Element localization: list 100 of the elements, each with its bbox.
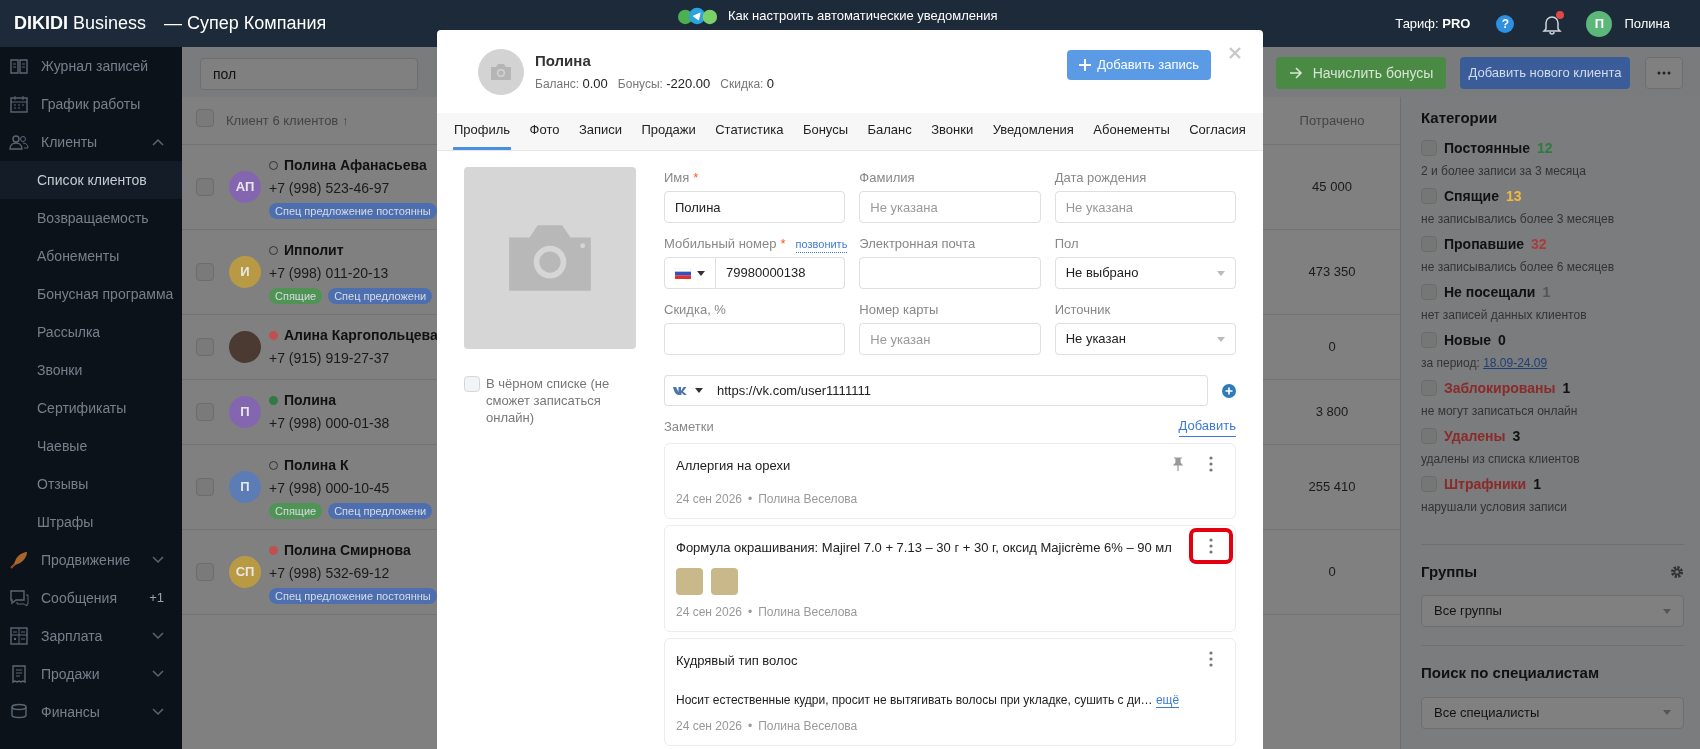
submenu-item[interactable]: Звонки xyxy=(0,351,182,389)
sidebar-item[interactable]: Финансы xyxy=(0,693,182,731)
photo-upload-area[interactable] xyxy=(464,167,636,349)
category-count: 3 xyxy=(1512,426,1521,446)
column-header[interactable]: Потрачено xyxy=(1264,111,1400,131)
submenu-item[interactable]: Абонементы xyxy=(0,237,182,275)
note-title: Кудрявый тип волос xyxy=(676,651,798,670)
profile-tab[interactable]: Бонусы xyxy=(801,113,850,150)
required-mark: * xyxy=(780,234,786,253)
select-field[interactable]: Не выбрано xyxy=(1054,257,1236,289)
search-field[interactable]: пол xyxy=(200,58,418,90)
category-count: 13 xyxy=(1505,186,1522,206)
client-tag: Спящие xyxy=(269,288,323,304)
category-name[interactable]: Новые xyxy=(1444,329,1491,351)
submenu-item[interactable]: Бонусная программа xyxy=(0,275,182,313)
user-name[interactable]: Полина xyxy=(1624,13,1670,34)
section-icon xyxy=(9,550,29,570)
sidebar-item[interactable]: График работы xyxy=(0,85,182,123)
client-tag: Спящие xyxy=(269,503,323,519)
submenu-item[interactable]: Возвращаемость xyxy=(0,199,182,237)
more-link[interactable]: ещё xyxy=(1155,692,1180,708)
input-field[interactable]: Полина xyxy=(664,191,846,223)
period-link[interactable]: 18.09-24.09 xyxy=(1483,355,1548,370)
input-field[interactable] xyxy=(859,257,1041,289)
select-field[interactable]: Не указан xyxy=(1054,323,1236,355)
input-field[interactable] xyxy=(664,323,846,355)
category-name[interactable]: Спящие xyxy=(1444,185,1499,207)
section-icon xyxy=(9,626,29,646)
profile-tab[interactable]: Согласия xyxy=(1188,113,1247,150)
sidebar-item[interactable]: Клиенты xyxy=(0,123,182,161)
submenu-item[interactable]: Штрафы xyxy=(0,503,182,541)
client-name[interactable]: Полина Афанасьева xyxy=(284,155,427,176)
category-count: 1 xyxy=(1562,378,1571,398)
tariff-label: Тариф: PRO xyxy=(1395,14,1471,33)
accrue-bonus-button[interactable]: Начислить бонусы xyxy=(1276,57,1446,89)
profile-tab[interactable]: Продажи xyxy=(640,113,697,150)
specialist-select[interactable]: Все специалисты xyxy=(1421,696,1684,729)
panel-title: Группы xyxy=(1421,561,1478,582)
blacklist-checkbox[interactable] xyxy=(464,376,480,392)
photo-placeholder[interactable] xyxy=(676,567,703,595)
profile-tab[interactable]: Уведомления xyxy=(991,113,1075,150)
category-name[interactable]: Не посещали xyxy=(1444,281,1536,303)
submenu-item[interactable]: Чаевые xyxy=(0,427,182,465)
profile-tab[interactable]: Профиль xyxy=(453,113,512,150)
profile-tab[interactable]: Записи xyxy=(577,113,624,150)
profile-tab[interactable]: Фото xyxy=(528,113,561,150)
input-field[interactable]: Не указана xyxy=(1054,191,1236,223)
submenu-item[interactable]: Список клиентов xyxy=(0,161,182,199)
help-icon[interactable]: ? xyxy=(1496,14,1515,33)
field-label: Мобильный номер xyxy=(664,234,777,253)
client-avatar: СП xyxy=(229,556,261,588)
submenu-item[interactable]: Отзывы xyxy=(0,465,182,503)
spent-amount: 0 xyxy=(1327,563,1337,582)
category-name[interactable]: Постоянные xyxy=(1444,137,1531,159)
add-appointment-button[interactable]: Добавить запись xyxy=(1067,49,1211,80)
client-name[interactable]: Полина К xyxy=(284,455,349,476)
client-phone: +7 (915) 919-27-37 xyxy=(269,349,390,368)
client-name[interactable]: Алина Каргопольцева xyxy=(284,325,438,346)
section-icon xyxy=(9,588,29,608)
category-description: не записывались более 6 месяцев xyxy=(1421,258,1615,276)
client-name[interactable]: Полина Смирнова xyxy=(284,540,411,561)
profile-tab[interactable]: Статистика xyxy=(714,113,785,150)
submenu-item[interactable]: Сертификаты xyxy=(0,389,182,427)
client-name[interactable]: Ипполит xyxy=(284,240,344,261)
note-date: 24 сен 2026 xyxy=(676,490,742,508)
client-tag: Спец предложени xyxy=(328,288,433,304)
category-count: 1 xyxy=(1533,474,1541,494)
category-name[interactable]: Пропавшие xyxy=(1444,233,1525,255)
close-button[interactable] xyxy=(1227,44,1243,61)
photo-placeholder[interactable] xyxy=(711,567,738,595)
sidebar-item[interactable]: Продвижение xyxy=(0,541,182,579)
kebab-icon xyxy=(1209,455,1213,472)
add-circle-icon[interactable] xyxy=(1222,383,1236,398)
phone-field[interactable]: 79980000138 xyxy=(716,257,846,289)
input-field[interactable]: Не указан xyxy=(859,323,1041,355)
client-name[interactable]: Полина xyxy=(284,390,336,411)
add-note-link[interactable]: Добавить xyxy=(1178,416,1236,437)
camera-icon xyxy=(489,62,513,81)
input-field[interactable]: Не указана xyxy=(859,191,1041,223)
settings-icon[interactable] xyxy=(1670,564,1684,579)
sidebar-item[interactable]: Сообщения +1 xyxy=(0,579,182,617)
add-client-button[interactable]: Добавить нового клиента xyxy=(1460,57,1630,89)
profile-tab[interactable]: Абонементы xyxy=(1092,113,1171,150)
sidebar-item[interactable]: Журнал записей xyxy=(0,47,182,85)
category-description: не записывались более 3 месяцев xyxy=(1421,210,1615,228)
sidebar-item[interactable]: Продажи xyxy=(0,655,182,693)
notification-button[interactable] xyxy=(1542,12,1563,35)
more-button[interactable] xyxy=(1189,527,1233,564)
submenu-item[interactable]: Рассылка xyxy=(0,313,182,351)
sidebar-item[interactable]: Зарплата xyxy=(0,617,182,655)
call-link[interactable]: позвонить xyxy=(795,235,848,253)
promo-link[interactable]: Как настроить автоматические уведомления xyxy=(728,6,998,26)
user-avatar[interactable]: П xyxy=(1586,10,1613,37)
country-picker[interactable] xyxy=(664,257,716,289)
group-select[interactable]: Все группы xyxy=(1421,595,1684,627)
pin-icon[interactable] xyxy=(1173,456,1183,471)
profile-tab[interactable]: Звонки xyxy=(930,113,975,150)
profile-tab[interactable]: Баланс xyxy=(866,113,913,150)
field-label: Скидка, % xyxy=(664,300,726,319)
client-photo-placeholder[interactable] xyxy=(478,48,524,95)
